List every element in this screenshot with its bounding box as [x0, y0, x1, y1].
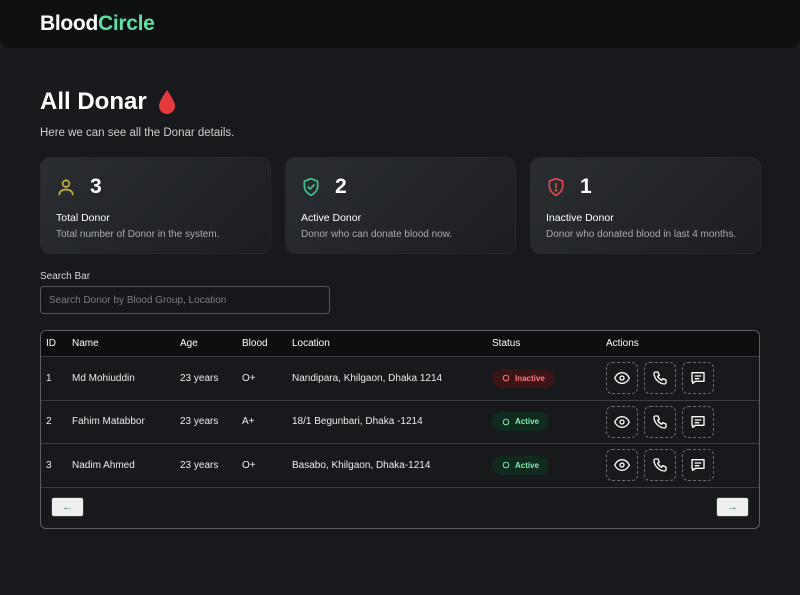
table-row: 3 Nadim Ahmed 23 years O+ Basabo, Khilga… [41, 444, 759, 488]
table-row: 2 Fahim Matabbor 23 years A+ 18/1 Begunb… [41, 401, 759, 444]
stat-title: Active Donor [301, 212, 362, 224]
phone-icon [653, 371, 667, 385]
status-dot-icon [502, 418, 510, 426]
stats-cards: 3 Total Donor Total number of Donor in t… [40, 157, 761, 254]
message-button[interactable] [682, 449, 714, 482]
row-actions [606, 362, 714, 395]
page-heading: All Donar [40, 88, 177, 116]
cell-location: Nandipara, Khilgaon, Dhaka 1214 [292, 372, 443, 384]
stat-card-total: 3 Total Donor Total number of Donor in t… [40, 157, 271, 254]
stat-description: Donor who donated blood in last 4 months… [546, 229, 737, 240]
message-icon [691, 459, 705, 472]
cell-age: 23 years [180, 372, 219, 384]
shield-alert-icon [548, 177, 564, 197]
top-navbar: BloodCircle [0, 0, 800, 48]
cell-blood: O+ [242, 459, 256, 471]
page-subtitle: Here we can see all the Donar details. [40, 127, 235, 139]
header-blood: Blood [242, 338, 268, 349]
cell-location: Basabo, Khilgaon, Dhaka-1214 [292, 459, 431, 471]
brand-part1: Blood [40, 12, 98, 35]
message-button[interactable] [682, 405, 714, 438]
stat-description: Total number of Donor in the system. [56, 229, 220, 240]
stat-title: Total Donor [56, 212, 110, 224]
header-age: Age [180, 338, 198, 349]
cell-age: 23 years [180, 416, 219, 428]
cell-location: 18/1 Begunbari, Dhaka -1214 [292, 416, 423, 428]
user-icon [58, 179, 74, 196]
header-status: Status [492, 338, 521, 349]
status-badge: Active [492, 455, 550, 475]
stat-count: 2 [335, 175, 347, 198]
table-header: ID Name Age Blood Location Status Action… [41, 331, 759, 357]
call-button[interactable] [644, 449, 676, 482]
eye-icon [614, 415, 630, 428]
stat-card-active: 2 Active Donor Donor who can donate bloo… [285, 157, 516, 254]
status-dot-icon [502, 461, 510, 469]
row-actions [606, 405, 714, 438]
search-input[interactable] [40, 286, 330, 314]
stat-description: Donor who can donate blood now. [301, 229, 453, 240]
cell-id: 3 [46, 459, 52, 471]
stat-title: Inactive Donor [546, 212, 614, 224]
page-title: All Donar [40, 88, 147, 115]
table-row: 1 Md Mohiuddin 23 years O+ Nandipara, Kh… [41, 357, 759, 401]
cell-name: Fahim Matabbor [72, 416, 145, 428]
brand-logo[interactable]: BloodCircle [40, 12, 155, 36]
pagination-next-button[interactable]: → [716, 497, 749, 517]
stat-count: 1 [580, 175, 592, 198]
status-badge: Inactive [492, 368, 555, 388]
header-name: Name [72, 338, 99, 349]
cell-name: Nadim Ahmed [72, 459, 135, 471]
donor-table: ID Name Age Blood Location Status Action… [40, 330, 760, 529]
search-label: Search Bar [40, 271, 91, 282]
cell-blood: A+ [242, 416, 255, 428]
view-button[interactable] [606, 405, 638, 438]
status-badge: Active [492, 412, 550, 432]
status-text: Active [515, 460, 540, 470]
phone-icon [653, 415, 667, 429]
cell-id: 1 [46, 372, 52, 384]
call-button[interactable] [644, 405, 676, 438]
blood-drop-icon [158, 90, 175, 114]
cell-age: 23 years [180, 459, 219, 471]
eye-icon [614, 372, 630, 385]
view-button[interactable] [606, 362, 638, 395]
shield-check-icon [303, 177, 319, 197]
cell-id: 2 [46, 416, 52, 428]
message-icon [691, 372, 705, 385]
header-id: ID [46, 338, 56, 349]
phone-icon [653, 458, 667, 472]
call-button[interactable] [644, 362, 676, 395]
status-dot-icon [502, 374, 510, 382]
cell-name: Md Mohiuddin [72, 372, 135, 384]
cell-blood: O+ [242, 372, 256, 384]
header-location: Location [292, 338, 330, 349]
eye-icon [614, 459, 630, 472]
header-actions: Actions [606, 338, 639, 349]
stat-count: 3 [90, 175, 102, 198]
status-text: Inactive [515, 373, 545, 383]
brand-part2: Circle [97, 12, 155, 35]
row-actions [606, 449, 714, 482]
message-button[interactable] [682, 362, 714, 395]
stat-card-inactive: 1 Inactive Donor Donor who donated blood… [530, 157, 761, 254]
status-text: Active [515, 417, 540, 427]
pagination-prev-button[interactable]: ← [51, 497, 84, 517]
view-button[interactable] [606, 449, 638, 482]
message-icon [691, 415, 705, 428]
